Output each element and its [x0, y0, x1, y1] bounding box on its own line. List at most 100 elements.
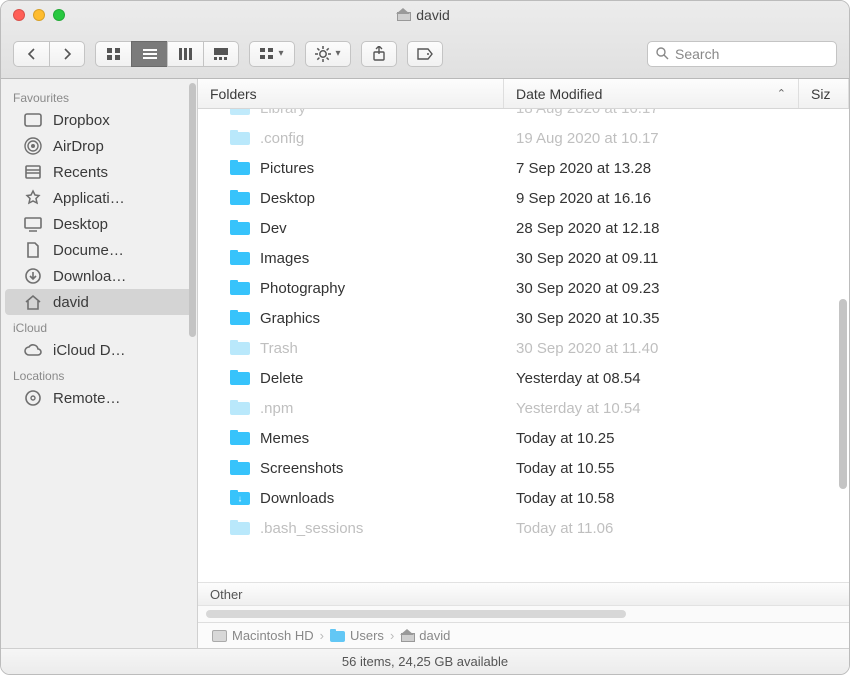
file-row[interactable]: DeleteYesterday at 08.54 — [198, 363, 849, 393]
sidebar-item-label: AirDrop — [53, 138, 104, 155]
column-date-modified[interactable]: Date Modified⌃ — [504, 79, 799, 108]
applications-icon — [23, 189, 43, 207]
file-name: .bash_sessions — [260, 520, 363, 537]
sidebar-item-downloads[interactable]: Downloa… — [5, 263, 193, 289]
path-segment[interactable]: Users — [330, 628, 384, 643]
view-icons-button[interactable] — [95, 41, 131, 67]
file-name: Memes — [260, 430, 309, 447]
sidebar-item-desktop[interactable]: Desktop — [5, 211, 193, 237]
sidebar-item-remote[interactable]: Remote… — [5, 385, 193, 411]
file-date: Today at 10.55 — [516, 460, 614, 477]
file-row[interactable]: .npmYesterday at 10.54 — [198, 393, 849, 423]
search-field[interactable]: Search — [647, 41, 837, 67]
file-date: 7 Sep 2020 at 13.28 — [516, 160, 651, 177]
file-date: 30 Sep 2020 at 10.35 — [516, 310, 659, 327]
path-label: Users — [350, 628, 384, 643]
file-row[interactable]: Library18 Aug 2020 at 10.17 — [198, 109, 849, 123]
tags-button[interactable] — [407, 41, 443, 67]
arrange-button[interactable]: ▾ — [249, 41, 295, 67]
airdrop-icon — [23, 137, 43, 155]
share-button[interactable] — [361, 41, 397, 67]
sidebar-item-applications[interactable]: Applicati… — [5, 185, 193, 211]
traffic-lights — [13, 9, 65, 21]
folder-icon — [230, 520, 250, 536]
minimize-window[interactable] — [33, 9, 45, 21]
column-headers: Folders Date Modified⌃ Siz — [198, 79, 849, 109]
path-segment[interactable]: david — [400, 628, 450, 643]
file-row[interactable]: Pictures7 Sep 2020 at 13.28 — [198, 153, 849, 183]
view-gallery-button[interactable] — [203, 41, 239, 67]
file-name: Delete — [260, 370, 303, 387]
sidebar: Favourites Dropbox AirDrop RecentsApplicati… — [1, 79, 198, 648]
sidebar-item-david[interactable]: david — [5, 289, 193, 315]
sidebar-item-airdrop[interactable]: AirDrop — [5, 133, 193, 159]
file-date: 30 Sep 2020 at 11.40 — [516, 340, 658, 357]
dropbox-icon — [23, 111, 43, 129]
path-segment[interactable]: Macintosh HD — [212, 628, 314, 643]
file-row[interactable]: Trash30 Sep 2020 at 11.40 — [198, 333, 849, 363]
folder-icon — [230, 280, 250, 296]
status-text: 56 items, 24,25 GB available — [342, 654, 508, 669]
disc-icon — [23, 389, 43, 407]
file-row[interactable]: Graphics30 Sep 2020 at 10.35 — [198, 303, 849, 333]
file-row[interactable]: Dev28 Sep 2020 at 12.18 — [198, 213, 849, 243]
file-name: Screenshots — [260, 460, 343, 477]
action-button[interactable]: ▾ — [305, 41, 351, 67]
file-row[interactable]: ↓ Downloads Today at 10.58 — [198, 483, 849, 513]
folder-icon — [230, 160, 250, 176]
file-date: Today at 10.25 — [516, 430, 614, 447]
folder-icon — [230, 250, 250, 266]
view-list-button[interactable] — [131, 41, 167, 67]
file-row[interactable]: Photography30 Sep 2020 at 09.23 — [198, 273, 849, 303]
horizontal-scrollbar-thumb[interactable] — [206, 610, 626, 618]
folder-icon — [230, 310, 250, 326]
desktop-icon — [23, 215, 43, 233]
sidebar-scrollbar[interactable] — [189, 83, 196, 337]
sidebar-item-label: Desktop — [53, 216, 108, 233]
forward-button[interactable] — [49, 41, 85, 67]
file-date: 18 Aug 2020 at 10.17 — [516, 109, 659, 117]
folder-icon: ↓ — [230, 490, 250, 506]
file-row[interactable]: .config19 Aug 2020 at 10.17 — [198, 123, 849, 153]
file-row[interactable]: Screenshots Today at 10.55 — [198, 453, 849, 483]
group-header-other[interactable]: Other — [198, 582, 849, 606]
back-button[interactable] — [13, 41, 49, 67]
file-row[interactable]: Images30 Sep 2020 at 09.11 — [198, 243, 849, 273]
file-name: Downloads — [260, 490, 334, 507]
sidebar-item-dropbox[interactable]: Dropbox — [5, 107, 193, 133]
download-arrow-icon: ↓ — [238, 494, 243, 504]
sidebar-section-label: Favourites — [1, 85, 197, 107]
file-row[interactable]: Desktop9 Sep 2020 at 16.16 — [198, 183, 849, 213]
folder-icon — [230, 190, 250, 206]
content-scrollbar[interactable] — [839, 299, 847, 489]
zoom-window[interactable] — [53, 9, 65, 21]
file-date: 19 Aug 2020 at 10.17 — [516, 130, 659, 147]
file-date: 30 Sep 2020 at 09.11 — [516, 250, 658, 267]
folder-icon — [230, 340, 250, 356]
file-row[interactable]: Memes Today at 10.25 — [198, 423, 849, 453]
home-icon — [396, 9, 410, 21]
sidebar-section-label: Locations — [1, 363, 197, 385]
sidebar-item-label: Dropbox — [53, 112, 110, 129]
search-icon — [656, 47, 669, 60]
column-size[interactable]: Siz — [799, 79, 849, 108]
file-name: Dev — [260, 220, 287, 237]
sidebar-item-recents[interactable]: Recents — [5, 159, 193, 185]
sidebar-item-icloud-drive[interactable]: iCloud D… — [5, 337, 193, 363]
file-name: Desktop — [260, 190, 315, 207]
close-window[interactable] — [13, 9, 25, 21]
column-folders[interactable]: Folders — [198, 79, 504, 108]
content-area: Folders Date Modified⌃ Siz Library18 Aug… — [198, 79, 849, 648]
view-columns-button[interactable] — [167, 41, 203, 67]
sidebar-item-label: iCloud D… — [53, 342, 126, 359]
sidebar-item-documents[interactable]: Docume… — [5, 237, 193, 263]
finder-window: david ▾ ▾ — [0, 0, 850, 675]
folder-icon — [230, 370, 250, 386]
file-date: Today at 10.58 — [516, 490, 614, 507]
file-row[interactable]: .bash_sessionsToday at 11.06 — [198, 513, 849, 543]
window-title: david — [65, 7, 781, 23]
folder-icon — [230, 400, 250, 416]
chevron-right-icon: › — [390, 628, 394, 643]
sidebar-item-label: Downloa… — [53, 268, 126, 285]
horizontal-scrollbar-track[interactable] — [198, 606, 849, 622]
